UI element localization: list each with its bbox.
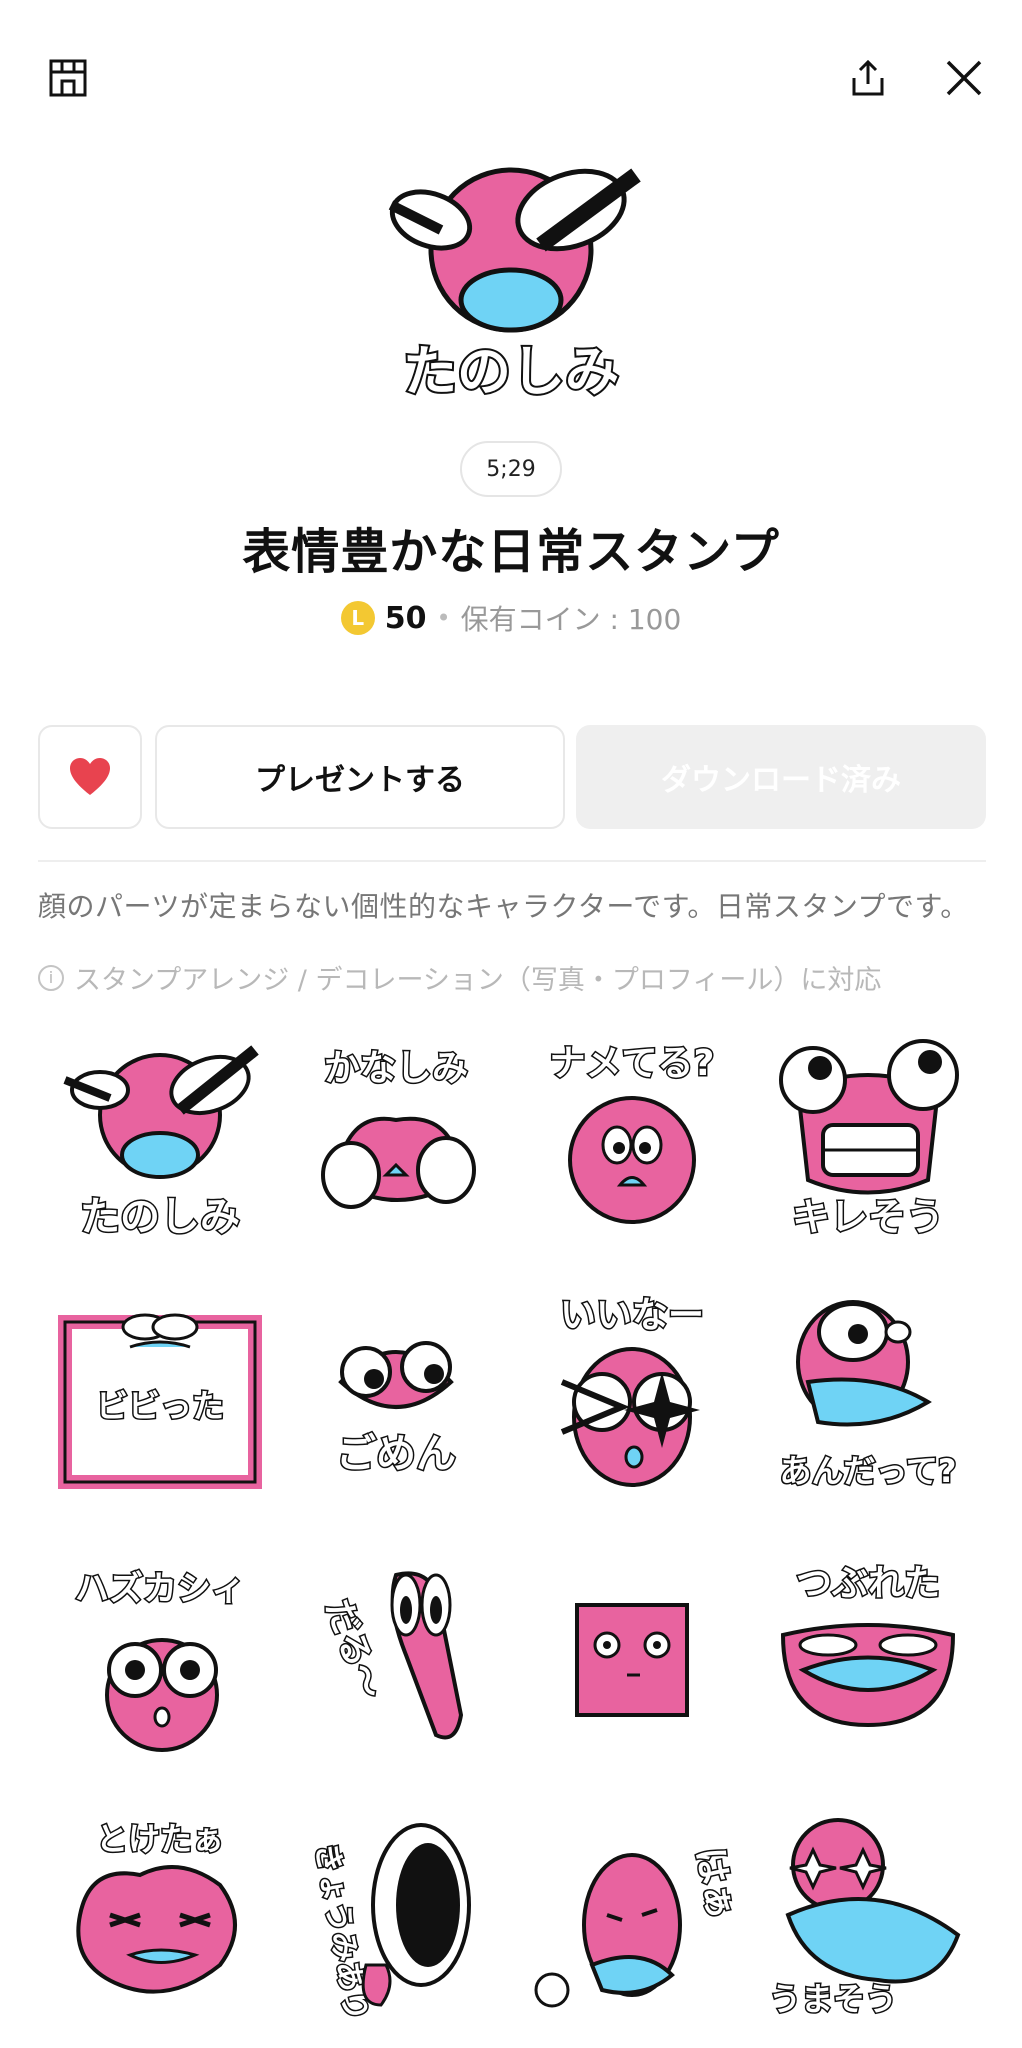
sticker-caption: だる〜 bbox=[318, 1594, 390, 1704]
sticker-6[interactable]: ごめん bbox=[286, 1282, 506, 1502]
sticker-4[interactable]: キレそう bbox=[758, 1030, 978, 1250]
time-badge: 5;29 bbox=[460, 441, 562, 497]
sticker-3[interactable]: ナメてる? bbox=[522, 1030, 742, 1250]
sticker-15[interactable]: はぁ bbox=[522, 1805, 743, 2025]
close-icon[interactable] bbox=[932, 46, 996, 110]
sticker-12[interactable]: つぶれた bbox=[758, 1545, 978, 1765]
divider bbox=[38, 860, 986, 862]
page-title: 表情豊かな日常スタンプ bbox=[242, 524, 780, 580]
hero-caption: たのしみ bbox=[403, 340, 619, 403]
sticker-caption: はぁ bbox=[688, 1844, 741, 1922]
sticker-caption: ビビった bbox=[96, 1387, 224, 1425]
separator-dot: • bbox=[436, 604, 451, 632]
sticker-2[interactable]: かなしみ bbox=[286, 1030, 506, 1250]
sticker-caption: たのしみ bbox=[80, 1194, 240, 1240]
feature-note-text: スタンプアレンジ / デコレーション（写真・プロフィール）に対応 bbox=[74, 965, 882, 996]
description: 顔のパーツが定まらない個性的なキャラクターです。日常スタンプです。 bbox=[38, 890, 969, 923]
sticker-11[interactable] bbox=[522, 1545, 742, 1765]
sticker-caption: いいなー bbox=[560, 1295, 704, 1336]
sticker-5[interactable]: ビビった bbox=[50, 1282, 270, 1502]
sticker-7[interactable]: いいなー bbox=[522, 1282, 742, 1502]
sticker-caption: かなしみ bbox=[324, 1048, 468, 1089]
favorite-button[interactable] bbox=[38, 725, 142, 829]
sticker-caption: ハズカシィ bbox=[75, 1569, 245, 1609]
price-amount: 50 bbox=[384, 600, 427, 636]
sticker-10[interactable]: だる〜 bbox=[286, 1545, 506, 1765]
store-icon[interactable] bbox=[36, 46, 100, 110]
sticker-caption: うまそう bbox=[769, 1980, 897, 2018]
sticker-8[interactable]: あんだって? bbox=[758, 1282, 978, 1502]
owned-coins: 保有コイン : 100 bbox=[460, 603, 682, 636]
sticker-9[interactable]: ハズカシィ bbox=[50, 1545, 270, 1765]
heart-icon bbox=[70, 758, 110, 795]
sticker-caption: ごめん bbox=[336, 1431, 456, 1477]
sticker-16[interactable]: うまそう bbox=[758, 1805, 978, 2025]
sticker-caption: キレそう bbox=[792, 1195, 944, 1239]
download-button[interactable]: ダウンロード済み bbox=[576, 725, 986, 829]
share-icon[interactable] bbox=[836, 46, 900, 110]
top-bar bbox=[0, 0, 1022, 160]
sticker-caption: ナメてる? bbox=[550, 1043, 715, 1084]
feature-note: i スタンプアレンジ / デコレーション（写真・プロフィール）に対応 bbox=[38, 958, 998, 997]
info-icon: i bbox=[38, 964, 64, 991]
sticker-caption: とけたぁ bbox=[96, 1820, 224, 1858]
price-row: L 50 • 保有コイン : 100 bbox=[0, 598, 1022, 638]
present-button[interactable]: プレゼントする bbox=[155, 725, 565, 829]
main-sticker-image: たのしみ bbox=[371, 150, 651, 410]
coin-icon: L bbox=[340, 601, 375, 635]
sticker-caption: あんだって? bbox=[780, 1452, 957, 1490]
sticker-14[interactable]: きょうみあり bbox=[286, 1805, 506, 2025]
sticker-caption: つぶれた bbox=[796, 1563, 940, 1604]
sticker-13[interactable]: とけたぁ bbox=[50, 1805, 270, 2025]
sticker-1[interactable]: たのしみ bbox=[50, 1030, 270, 1250]
